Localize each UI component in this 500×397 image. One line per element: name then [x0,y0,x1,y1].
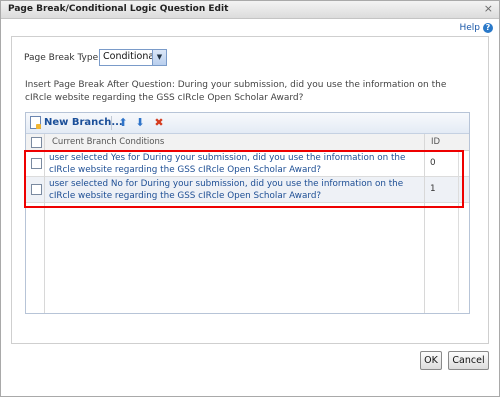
help-icon[interactable]: ? [483,23,493,33]
help-label[interactable]: Help [459,23,480,33]
grid-toolbar: New Branch... ⬆ ⬇ ✖ [26,113,469,134]
branch-conditions-grid: New Branch... ⬆ ⬇ ✖ Current Branch Condi… [25,112,470,314]
new-branch-icon[interactable] [30,116,41,129]
help-link[interactable]: Help ? [459,23,493,33]
close-icon[interactable]: × [484,2,493,15]
new-branch-button[interactable]: New Branch... [30,116,123,129]
highlight-box [24,150,464,208]
title-bar: Page Break/Conditional Logic Question Ed… [1,1,499,19]
select-all-checkbox[interactable] [31,137,42,148]
delete-icon[interactable]: ✖ [153,116,165,129]
chevron-down-icon[interactable]: ▼ [152,50,166,65]
ok-button[interactable]: OK [420,351,442,370]
insert-page-break-text: Insert Page Break After Question: During… [25,80,447,103]
page-break-type-select[interactable]: Conditional ▼ [99,49,167,66]
page-break-type-label: Page Break Type: [24,53,102,63]
grid-header: Current Branch Conditions ID [26,134,469,151]
header-id: ID [431,137,441,147]
move-down-icon[interactable]: ⬇ [134,116,146,129]
dialog-title: Page Break/Conditional Logic Question Ed… [8,4,229,14]
move-up-icon[interactable]: ⬆ [117,116,129,129]
header-conditions: Current Branch Conditions [52,137,165,147]
cancel-button[interactable]: Cancel [448,351,489,370]
toolbar-divider [111,116,112,130]
page-break-type-value[interactable]: Conditional [103,51,157,62]
